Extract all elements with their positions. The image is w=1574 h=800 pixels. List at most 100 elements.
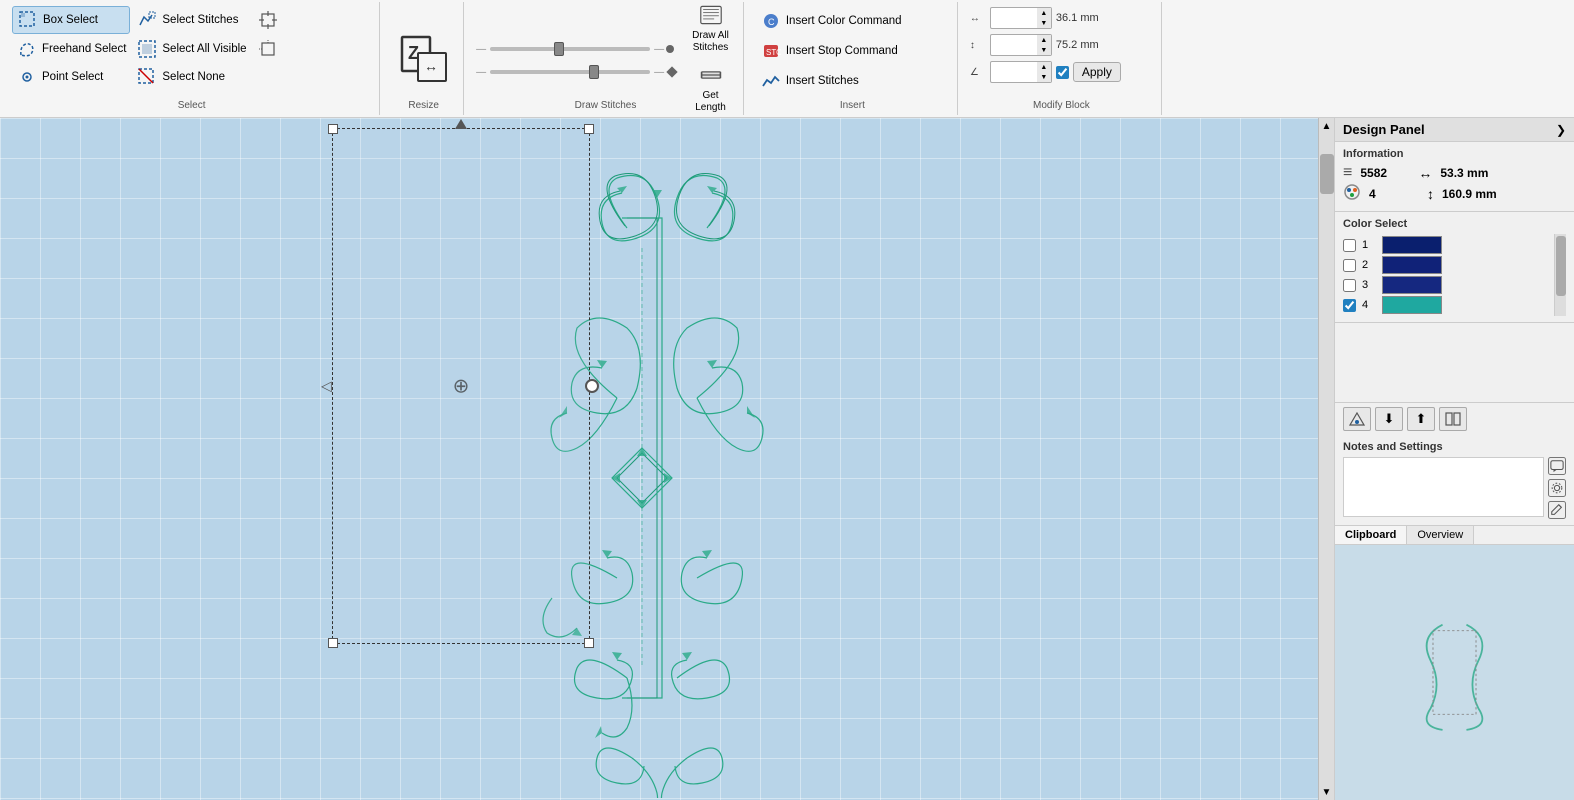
- panel-tabs: Clipboard Overview: [1335, 526, 1574, 545]
- vertical-scrollbar[interactable]: ▲ ▼: [1318, 118, 1334, 800]
- notes-title: Notes and Settings: [1343, 441, 1566, 453]
- width-down-btn[interactable]: ▼: [1037, 18, 1051, 28]
- slider-thumb-1[interactable]: [554, 42, 564, 56]
- color-3-checkbox[interactable]: [1343, 279, 1356, 292]
- handle-ml[interactable]: ◁: [321, 378, 332, 395]
- draw-all-stitches-button[interactable]: Draw AllStitches: [686, 2, 735, 56]
- draw-all-stitches-icon: [700, 4, 722, 26]
- notes-section: Notes and Settings: [1335, 435, 1574, 526]
- box-select-button[interactable]: Box Select: [12, 6, 130, 34]
- draw-stitches-label: Draw Stitches: [468, 100, 743, 111]
- panel-title: Design Panel: [1343, 122, 1425, 137]
- apply-button[interactable]: Apply: [1073, 62, 1121, 82]
- color-row-4: 4: [1343, 296, 1554, 314]
- freehand-select-button[interactable]: Freehand Select: [12, 36, 130, 62]
- notes-chat-button[interactable]: [1548, 457, 1566, 475]
- color-4-checkbox[interactable]: [1343, 299, 1356, 312]
- panel-actions: ⬇ ⬆: [1335, 403, 1574, 435]
- color-assign-button[interactable]: [1343, 407, 1371, 431]
- height-spinbox[interactable]: 100 ▲ ▼: [990, 34, 1052, 56]
- color-2-swatch[interactable]: [1382, 256, 1442, 274]
- color-select-title: Color Select: [1343, 218, 1566, 230]
- insert-group: C Insert Color Command STOP Insert Stop …: [748, 2, 958, 115]
- tab-clipboard[interactable]: Clipboard: [1335, 526, 1407, 544]
- scroll-down-btn[interactable]: ▼: [1320, 784, 1334, 800]
- insert-color-icon: C: [760, 10, 782, 32]
- stitch-count: 5582: [1360, 166, 1400, 180]
- color-3-num: 3: [1362, 279, 1376, 291]
- scroll-thumb[interactable]: [1320, 154, 1334, 194]
- color-4-swatch[interactable]: [1382, 296, 1442, 314]
- handle-tr[interactable]: [584, 124, 594, 134]
- width-input[interactable]: 100: [991, 11, 1037, 25]
- information-title: Information: [1343, 148, 1566, 160]
- angle-symbol: ∠: [970, 67, 986, 78]
- select-stitches-button[interactable]: Select Stitches: [132, 6, 250, 34]
- select-all-visible-button[interactable]: Select All Visible: [132, 36, 250, 62]
- color-count-row: 4 ↕ 160.9 mm: [1343, 184, 1566, 203]
- color-scrollbar[interactable]: [1554, 234, 1566, 316]
- height-display: 75.2 mm: [1056, 39, 1111, 51]
- width-value: 53.3 mm: [1440, 166, 1488, 180]
- shrink-btn[interactable]: [253, 36, 371, 62]
- panel-header: Design Panel ❯: [1335, 118, 1574, 142]
- extend-btn[interactable]: [253, 6, 371, 34]
- panel-thumbnail-area: [1335, 545, 1574, 800]
- color-2-num: 2: [1362, 259, 1376, 271]
- handle-bl[interactable]: [328, 638, 338, 648]
- notes-settings-button[interactable]: [1548, 479, 1566, 497]
- handle-tl[interactable]: [328, 124, 338, 134]
- combine-button[interactable]: [1439, 407, 1467, 431]
- move-down-button[interactable]: ⬇: [1375, 407, 1403, 431]
- color-3-swatch[interactable]: [1382, 276, 1442, 294]
- select-none-button[interactable]: Select None: [132, 64, 250, 90]
- scroll-up-btn[interactable]: ▲: [1320, 118, 1334, 134]
- extend-icon: [257, 9, 279, 31]
- stitch-count-row: ≡ 5582 ↔ 53.3 mm: [1343, 164, 1566, 182]
- slider-track-2[interactable]: [490, 70, 650, 74]
- canvas-area[interactable]: .stitch { fill:none; stroke:#2aaa88; str…: [0, 118, 1334, 800]
- toolbar: Box Select Select Stitches Freehand Sele…: [0, 0, 1574, 118]
- color-scroll-thumb[interactable]: [1556, 236, 1566, 296]
- height-down-btn[interactable]: ▼: [1037, 45, 1051, 55]
- panel-expand-button[interactable]: ❯: [1556, 123, 1566, 137]
- handle-tc[interactable]: [455, 119, 467, 129]
- move-up-button[interactable]: ⬆: [1407, 407, 1435, 431]
- width-spinbox[interactable]: 100 ▲ ▼: [990, 7, 1052, 29]
- notes-textarea[interactable]: [1343, 457, 1544, 517]
- stitch-icon: ≡: [1343, 164, 1352, 182]
- angle-up-btn[interactable]: ▲: [1037, 62, 1051, 72]
- select-group-label: Select: [4, 100, 379, 111]
- angle-spinbox[interactable]: 0 ▲ ▼: [990, 61, 1052, 83]
- point-select-button[interactable]: Point Select: [12, 64, 130, 90]
- color-select-section: Color Select 1 2 3: [1335, 212, 1574, 323]
- select-stitches-icon: [136, 9, 158, 31]
- width-up-btn[interactable]: ▲: [1037, 8, 1051, 18]
- angle-down-btn[interactable]: ▼: [1037, 72, 1051, 82]
- height-up-btn[interactable]: ▲: [1037, 35, 1051, 45]
- slider-thumb-2[interactable]: [589, 65, 599, 79]
- width-arrow-icon: ↔: [1418, 165, 1432, 181]
- notes-edit-button[interactable]: [1548, 501, 1566, 519]
- slider-row-2: — —: [476, 67, 678, 78]
- height-input[interactable]: 100: [991, 38, 1037, 52]
- insert-color-command-button[interactable]: C Insert Color Command: [756, 8, 906, 34]
- move-cursor: ⊕: [453, 374, 470, 399]
- resize-icon: Z ↔: [398, 33, 450, 85]
- canvas-content: .stitch { fill:none; stroke:#2aaa88; str…: [0, 118, 1334, 800]
- handle-mr[interactable]: [585, 379, 599, 393]
- height-row: ↕ 100 ▲ ▼ 75.2 mm: [970, 34, 1111, 56]
- handle-br[interactable]: [584, 638, 594, 648]
- slider-track-1[interactable]: [490, 47, 650, 51]
- color-1-checkbox[interactable]: [1343, 239, 1356, 252]
- angle-input[interactable]: 0: [991, 65, 1037, 79]
- insert-stop-command-button[interactable]: STOP Insert Stop Command: [756, 38, 902, 64]
- tab-overview[interactable]: Overview: [1407, 526, 1474, 544]
- insert-stitches-button[interactable]: Insert Stitches: [756, 68, 863, 94]
- color-1-swatch[interactable]: [1382, 236, 1442, 254]
- color-2-checkbox[interactable]: [1343, 259, 1356, 272]
- freehand-label: Freehand Select: [42, 43, 126, 55]
- draw-stitches-group: — — — — Draw AllStitches: [468, 2, 744, 115]
- apply-checkbox[interactable]: [1056, 66, 1069, 79]
- width-row: ↔ 100 ▲ ▼ 36.1 mm: [970, 7, 1111, 29]
